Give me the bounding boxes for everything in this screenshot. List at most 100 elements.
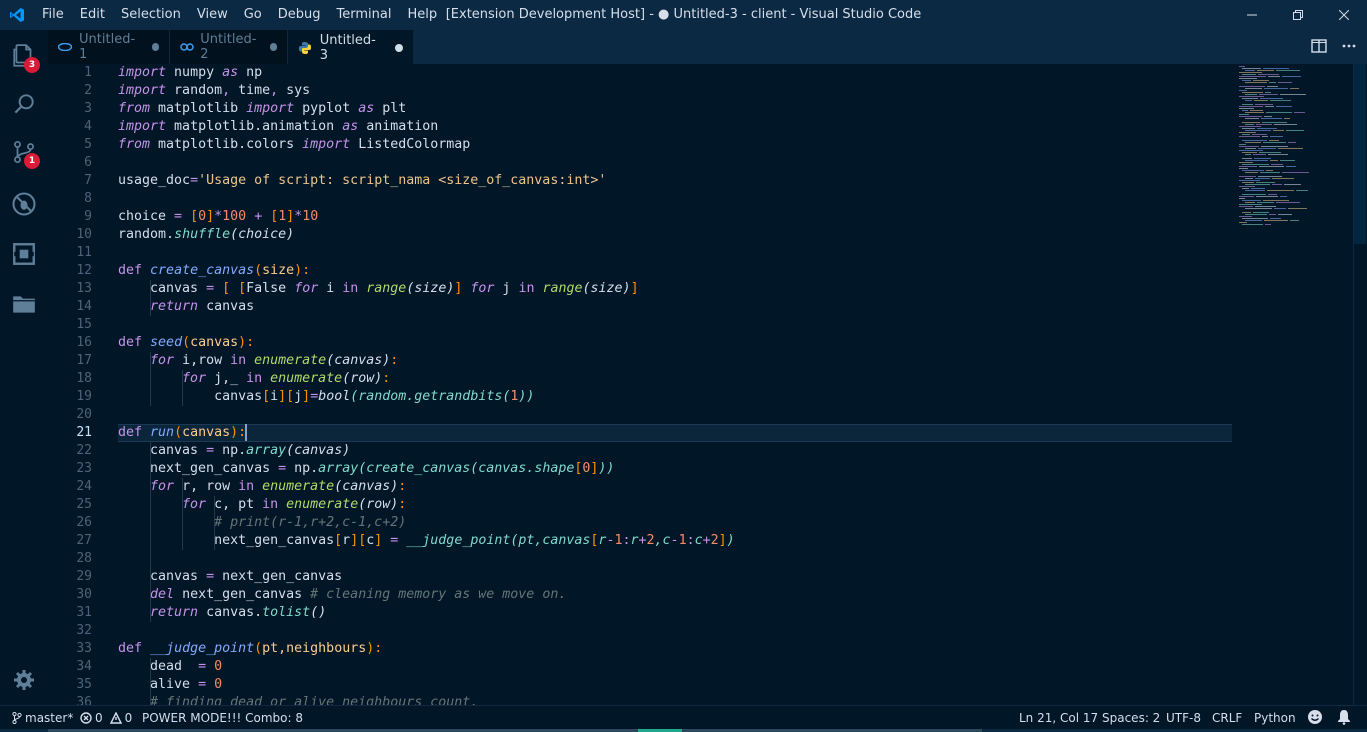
- menu-debug[interactable]: Debug: [270, 0, 329, 30]
- code-line[interactable]: def create_canvas(size):: [118, 262, 310, 280]
- code-line[interactable]: canvas[i][j]=bool(random.getrandbits(1)): [118, 388, 534, 406]
- code-token: for: [150, 479, 175, 494]
- code-line[interactable]: del next_gen_canvas # cleaning memory as…: [118, 586, 566, 604]
- code-token: j: [494, 281, 519, 296]
- menu-edit[interactable]: Edit: [72, 0, 113, 30]
- code-token: =: [198, 677, 207, 692]
- code-line[interactable]: from matplotlib import pyplot as plt: [118, 100, 406, 118]
- minimap-line: [1245, 208, 1272, 209]
- code-token: r: [630, 533, 639, 548]
- git-branch[interactable]: master*: [12, 706, 73, 730]
- code-token: for: [150, 353, 175, 368]
- notifications-bell-icon[interactable]: [1337, 709, 1351, 725]
- minimap-line: [1288, 142, 1296, 143]
- minimap-line: [1260, 172, 1280, 173]
- code-line[interactable]: def seed(canvas):: [118, 334, 254, 352]
- minimap-line: [1253, 212, 1269, 213]
- code-line[interactable]: for j,_ in enumerate(row):: [118, 370, 390, 388]
- minimap-line: [1239, 150, 1263, 151]
- menu-view[interactable]: View: [189, 0, 236, 30]
- warning-count: 0: [124, 711, 133, 725]
- code-line[interactable]: dead = 0: [118, 658, 222, 676]
- minimap-line: [1268, 76, 1280, 77]
- tab-untitled-1[interactable]: Untitled-1: [48, 30, 170, 64]
- close-icon[interactable]: [1321, 0, 1367, 30]
- menu-file[interactable]: File: [34, 0, 72, 30]
- code-token: range: [366, 281, 407, 296]
- search-icon[interactable]: [0, 80, 48, 128]
- minimap-line: [1245, 112, 1264, 113]
- tab-untitled-2[interactable]: Untitled-2: [170, 30, 288, 64]
- code-line[interactable]: choice = [0]*100 + [1]*10: [118, 208, 318, 226]
- minimize-icon[interactable]: [1229, 0, 1275, 30]
- code-token: =: [278, 461, 287, 476]
- code-line[interactable]: random.shuffle(choice): [118, 226, 294, 244]
- code-line[interactable]: alive = 0: [118, 676, 222, 694]
- warning-icon: [109, 712, 122, 724]
- unsaved-dot-icon[interactable]: [151, 43, 160, 51]
- debug-icon[interactable]: [0, 180, 48, 228]
- minimap-line: [1245, 130, 1271, 131]
- problems-indicator[interactable]: 0 0: [80, 706, 132, 730]
- code-line[interactable]: def run(canvas):: [118, 424, 246, 442]
- encoding[interactable]: UTF-8: [1166, 706, 1201, 730]
- code-line[interactable]: # finding dead or alive neighbours count…: [118, 694, 478, 705]
- code-token: animation: [358, 119, 439, 134]
- more-actions-icon[interactable]: [1341, 38, 1359, 56]
- extensions-icon[interactable]: [0, 230, 48, 278]
- unsaved-dot-icon[interactable]: [269, 43, 277, 51]
- power-mode-status[interactable]: POWER MODE!!! Combo: 8: [142, 706, 303, 730]
- code-line[interactable]: import numpy as np: [118, 64, 262, 82]
- code-token: random: [118, 227, 167, 242]
- code-editor[interactable]: 1 2 3 4 5 6 7 8 9 10 11 12 13 14 15 16 17 18 19 20 21 22 23 24 2…: [48, 64, 1367, 705]
- code-line[interactable]: # print(r-1,r+2,c-1,c+2): [118, 514, 406, 532]
- files-icon[interactable]: 3: [0, 32, 48, 80]
- indent-guide: [150, 280, 151, 316]
- folder-icon[interactable]: [0, 280, 48, 328]
- code-token: array(create_canvas(canvas.shape: [318, 461, 575, 476]
- line-number: 34: [76, 659, 92, 674]
- code-line[interactable]: next_gen_canvas = np.array(create_canvas…: [118, 460, 614, 478]
- code-token: pyplot: [294, 101, 359, 116]
- unsaved-dot-icon[interactable]: [395, 43, 403, 52]
- vertical-scrollbar[interactable]: [1353, 64, 1367, 705]
- feedback-smiley-icon[interactable]: [1307, 709, 1323, 725]
- indentation[interactable]: Spaces: 2: [1102, 706, 1160, 730]
- code-line[interactable]: canvas = np.array(canvas): [118, 442, 350, 460]
- line-number: 33: [76, 641, 92, 656]
- menu-selection[interactable]: Selection: [113, 0, 189, 30]
- restore-icon[interactable]: [1275, 0, 1321, 30]
- minimap[interactable]: [1239, 64, 1349, 705]
- code-line[interactable]: canvas = [ [False for i in range(size)] …: [118, 280, 639, 298]
- cursor-position[interactable]: Ln 21, Col 17: [1019, 706, 1098, 730]
- code-line[interactable]: for c, pt in enumerate(row):: [118, 496, 406, 514]
- line-number: 1: [84, 65, 92, 80]
- code-line[interactable]: import random, time, sys: [118, 82, 310, 100]
- code-line[interactable]: next_gen_canvas[r][c] = __judge_point(pt…: [118, 532, 735, 550]
- language-mode[interactable]: Python: [1254, 706, 1296, 730]
- minimap-line: [1265, 92, 1271, 93]
- code-token: def: [118, 425, 143, 440]
- code-line[interactable]: for r, row in enumerate(canvas):: [118, 478, 406, 496]
- menu-go[interactable]: Go: [236, 0, 270, 30]
- code-line[interactable]: return canvas: [118, 298, 254, 316]
- code-token: .: [166, 227, 175, 242]
- code-line[interactable]: import matplotlib.animation as animation: [118, 118, 438, 136]
- code-token: =: [206, 569, 215, 584]
- code-line[interactable]: def __judge_point(pt,neighbours):: [118, 640, 382, 658]
- code-line[interactable]: canvas = next_gen_canvas: [118, 568, 342, 586]
- settings-gear-icon[interactable]: [0, 656, 48, 704]
- tab-untitled-3[interactable]: Untitled-3: [288, 30, 414, 64]
- end-of-line[interactable]: CRLF: [1212, 706, 1242, 730]
- split-editor-icon[interactable]: [1311, 38, 1329, 56]
- code-token: ,: [270, 83, 279, 98]
- code-line[interactable]: usage_doc='Usage of script: script_nama …: [118, 172, 606, 190]
- code-token: array: [246, 443, 287, 458]
- source-control-icon[interactable]: 1: [0, 128, 48, 176]
- code-line[interactable]: for i,row in enumerate(canvas):: [118, 352, 398, 370]
- code-line[interactable]: from matplotlib.colors import ListedColo…: [118, 136, 470, 154]
- menu-terminal[interactable]: Terminal: [329, 0, 400, 30]
- scrollbar-thumb[interactable]: [1354, 64, 1366, 244]
